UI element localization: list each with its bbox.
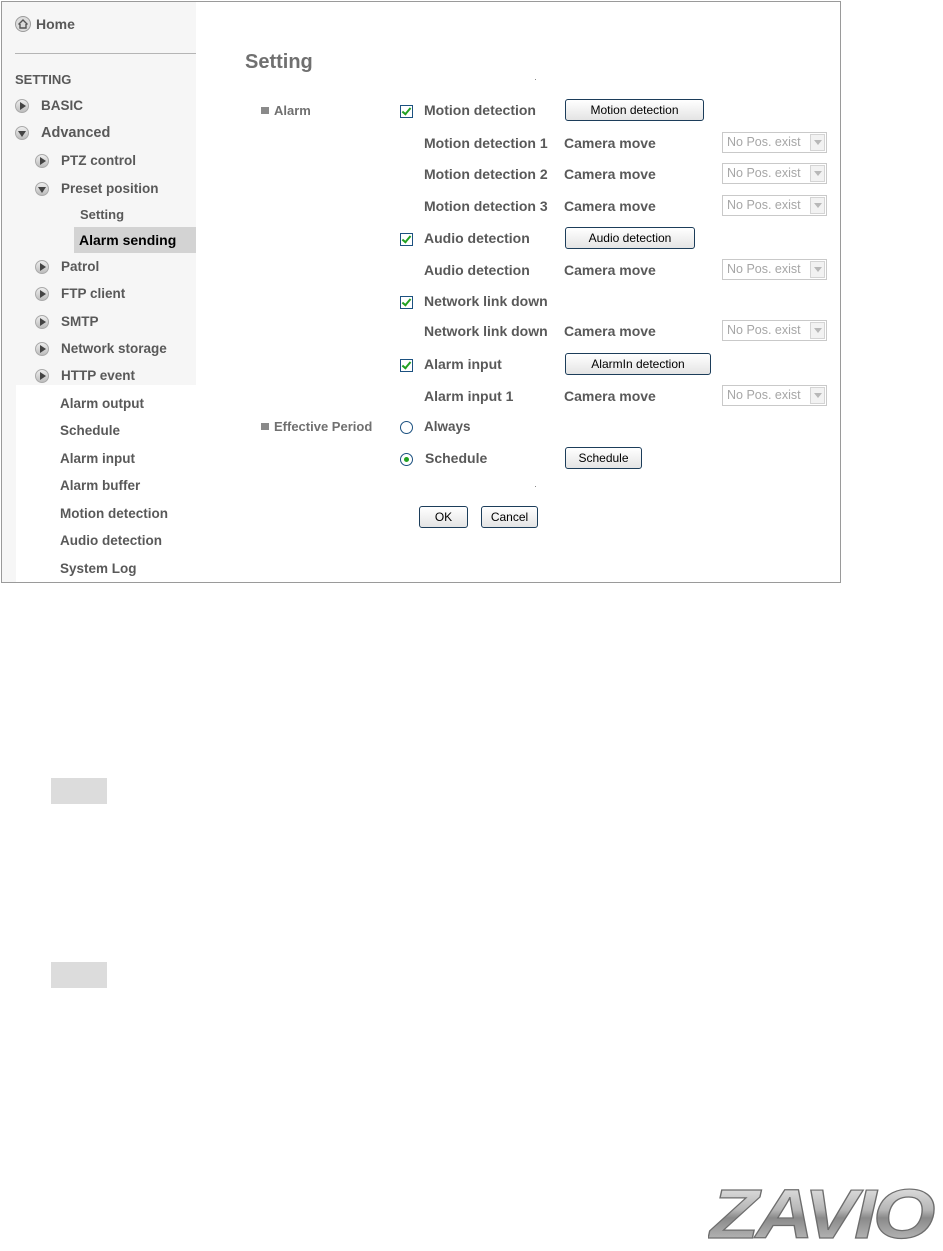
motion-detection-2-label: Motion detection 2 [424,166,548,182]
motion-2-position-select[interactable]: No Pos. exist [722,163,827,184]
dropdown-arrow-icon [810,197,825,214]
effective-period-section-label: Effective Period [261,419,372,434]
expand-arrow-icon [35,368,49,383]
network-position-select[interactable]: No Pos. exist [722,320,827,341]
setting-header: SETTING [15,72,72,87]
always-label: Always [424,419,471,434]
alarm-section-label: Alarm [261,103,311,118]
zavio-logo: ZAVIO [707,1174,938,1251]
alarm-input-position-select[interactable]: No Pos. exist [722,385,827,406]
page-title: Setting [245,51,313,73]
camera-move-label: Camera move [564,166,656,182]
camera-move-label: Camera move [564,388,656,404]
sidebar-item-patrol[interactable]: Patrol [35,259,99,274]
sidebar-item-alarm-output[interactable]: Alarm output [60,396,144,411]
sidebar: Home SETTING BASIC Advanced PTZ control … [2,2,196,582]
callout-block [51,962,107,988]
sidebar-item-alarm-sending[interactable]: Alarm sending [79,232,176,248]
dropdown-arrow-icon [810,387,825,404]
expand-arrow-icon [35,153,49,168]
sidebar-item-schedule[interactable]: Schedule [60,423,120,438]
motion-detection-label: Motion detection [424,102,536,118]
alarm-input-label: Alarm input [424,356,502,372]
divider-dot [535,79,536,80]
expand-arrow-icon [35,341,49,356]
network-link-down-label: Network link down [424,293,548,309]
sidebar-item-smtp[interactable]: SMTP [35,314,99,329]
motion-3-position-select[interactable]: No Pos. exist [722,195,827,216]
home-icon [15,16,31,32]
divider-dot [535,486,536,487]
sidebar-item-alarm-input[interactable]: Alarm input [60,451,135,466]
settings-window: Home SETTING BASIC Advanced PTZ control … [1,1,841,583]
motion-detection-button[interactable]: Motion detection [565,99,704,121]
sidebar-item-motion-detection[interactable]: Motion detection [60,506,168,521]
sidebar-item-alarm-buffer[interactable]: Alarm buffer [60,478,140,493]
callout-block [51,778,107,804]
motion-detection-1-label: Motion detection 1 [424,135,548,151]
alarm-input-checkbox[interactable] [400,359,413,372]
sidebar-item-network-storage[interactable]: Network storage [35,341,167,356]
expand-arrow-icon [35,259,49,274]
camera-move-label: Camera move [564,135,656,151]
audio-position-select[interactable]: No Pos. exist [722,259,827,280]
collapse-arrow-icon [15,126,29,140]
motion-detection-checkbox[interactable] [400,105,413,118]
dropdown-arrow-icon [810,165,825,182]
dropdown-arrow-icon [810,322,825,339]
camera-move-label: Camera move [564,323,656,339]
sidebar-item-basic[interactable]: BASIC [15,98,83,113]
sidebar-item-audio-detection[interactable]: Audio detection [60,533,162,548]
schedule-button[interactable]: Schedule [565,447,642,469]
ok-button[interactable]: OK [419,506,468,528]
sidebar-item-advanced[interactable]: Advanced [15,125,110,141]
dropdown-arrow-icon [810,261,825,278]
camera-move-label: Camera move [564,198,656,214]
motion-1-position-select[interactable]: No Pos. exist [722,132,827,153]
always-radio[interactable] [400,421,413,434]
camera-move-label: Camera move [564,262,656,278]
audio-detection-label: Audio detection [424,230,530,246]
audio-detection-button[interactable]: Audio detection [565,227,695,249]
cancel-button[interactable]: Cancel [481,506,538,528]
schedule-label: Schedule [425,450,488,466]
home-divider [15,53,196,54]
audio-detection-checkbox[interactable] [400,233,413,246]
collapse-arrow-icon [35,181,49,196]
home-label: Home [36,16,75,32]
home-link[interactable]: Home [15,16,75,32]
schedule-radio[interactable] [400,453,413,466]
bullet-icon [261,423,269,430]
network-link-down-row-label: Network link down [424,323,548,339]
zavio-logo-icon: ZAVIO [707,1174,938,1251]
dropdown-arrow-icon [810,134,825,151]
sidebar-item-http-event[interactable]: HTTP event [35,368,135,383]
expand-arrow-icon [15,98,29,113]
sidebar-item-ptz-control[interactable]: PTZ control [35,153,136,168]
alarmin-detection-button[interactable]: AlarmIn detection [565,353,711,375]
motion-detection-3-label: Motion detection 3 [424,198,548,214]
network-link-down-checkbox[interactable] [400,296,413,309]
expand-arrow-icon [35,286,49,301]
sidebar-item-preset-position[interactable]: Preset position [35,181,159,196]
sidebar-item-ftp-client[interactable]: FTP client [35,286,125,301]
alarm-input-1-label: Alarm input 1 [424,388,514,404]
logo-text: ZAVIO [708,1178,935,1246]
sidebar-item-system-log[interactable]: System Log [60,561,137,576]
audio-detection-row-label: Audio detection [424,262,530,278]
sidebar-item-setting[interactable]: Setting [80,207,124,222]
expand-arrow-icon [35,314,49,329]
bullet-icon [261,107,269,114]
